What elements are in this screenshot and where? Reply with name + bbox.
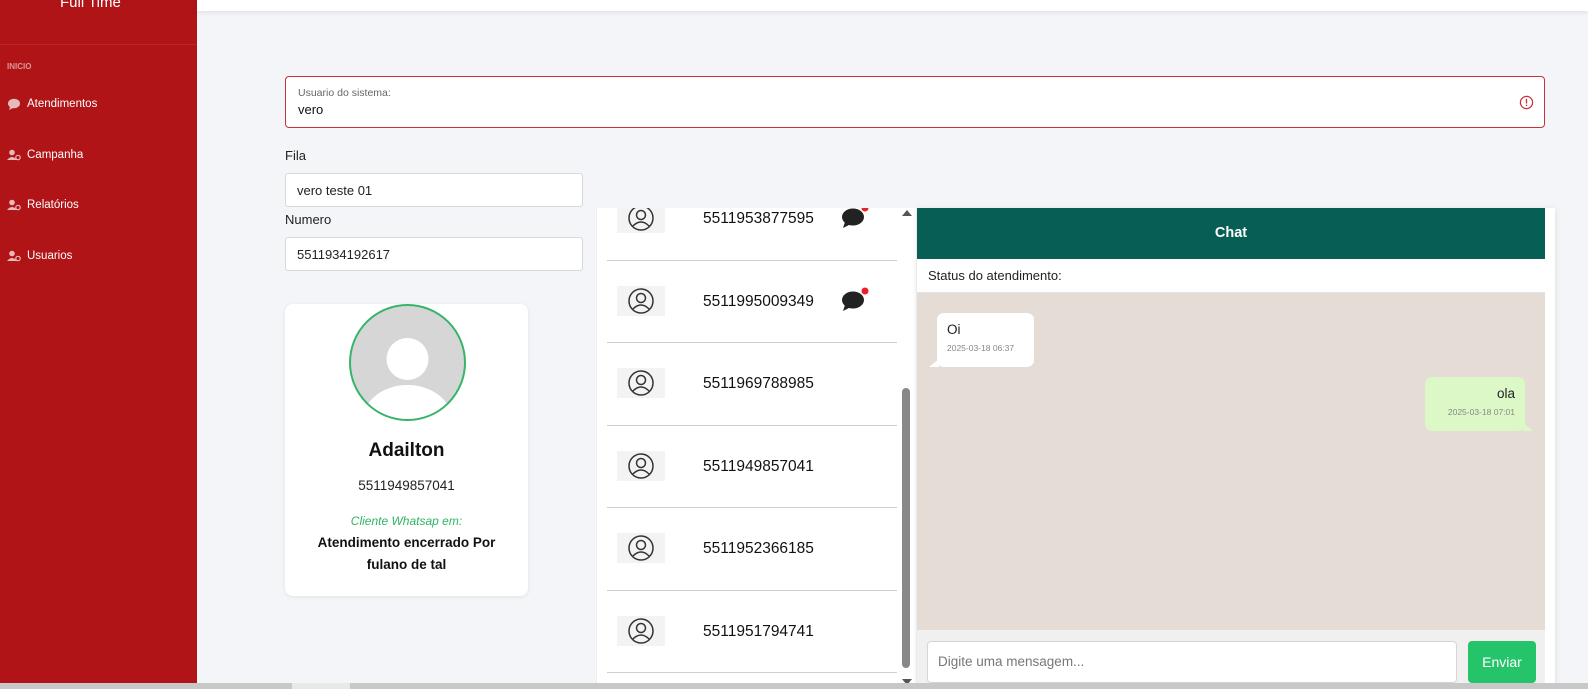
alert-circle-icon bbox=[1519, 95, 1534, 110]
contact-number: 5511995009349 bbox=[703, 292, 814, 310]
profile-subtitle: Cliente Whatsap em: bbox=[350, 514, 463, 528]
person-placeholder-icon bbox=[363, 338, 452, 419]
contact-row[interactable]: 5511951794741 bbox=[607, 591, 897, 673]
chat-bubble-icon bbox=[8, 98, 20, 110]
users-icon bbox=[7, 250, 21, 262]
sidebar-divider bbox=[0, 44, 197, 45]
brand-logo[interactable]: Full Time bbox=[60, 0, 121, 11]
message-outgoing: ola 2025-03-18 07:01 bbox=[1425, 377, 1533, 431]
scrollbar-thumb[interactable] bbox=[292, 683, 350, 689]
contact-row[interactable]: 5511949857041 bbox=[607, 426, 897, 508]
contact-avatar-icon bbox=[617, 450, 665, 481]
message-notification-icon[interactable] bbox=[840, 286, 870, 312]
message-text: ola bbox=[1496, 386, 1515, 401]
users-icon bbox=[7, 199, 21, 211]
contact-row[interactable]: 5511969788985 bbox=[607, 343, 897, 426]
contact-avatar-icon bbox=[617, 368, 665, 398]
chat-messages: Oi 2025-03-18 06:37 ola 2025-03-18 07:01 bbox=[917, 293, 1545, 630]
horizontal-scrollbar[interactable] bbox=[0, 683, 1588, 689]
sidebar-item-campanha[interactable]: Campanha bbox=[7, 145, 83, 165]
contact-row[interactable]: 5511952366185 bbox=[607, 508, 897, 591]
contact-number: 5511951794741 bbox=[703, 622, 814, 640]
message-text: Oi bbox=[947, 322, 961, 337]
system-user-field[interactable]: Usuario do sistema: vero bbox=[285, 76, 1545, 128]
sidebar-section-label: INICIO bbox=[7, 62, 32, 71]
sidebar-item-label: Relatórios bbox=[27, 199, 79, 211]
chat-status: Status do atendimento: bbox=[917, 259, 1545, 293]
contact-list-scrollbar[interactable] bbox=[899, 208, 913, 689]
sidebar-item-label: Usuarios bbox=[27, 250, 73, 262]
contact-avatar-icon bbox=[617, 208, 665, 233]
contact-list: 5511953877595 5511995009349 5511969788985 5… bbox=[607, 208, 897, 673]
scroll-up-arrow-icon[interactable] bbox=[902, 210, 912, 216]
sidebar-item-label: Atendimentos bbox=[27, 98, 98, 110]
fila-input[interactable]: vero teste 01 bbox=[285, 173, 583, 207]
chat-footer: Digite uma mensagem... Enviar bbox=[917, 630, 1545, 689]
top-bar bbox=[197, 0, 1588, 11]
profile-card: Adailton 5511949857041 Cliente Whatsap e… bbox=[285, 304, 528, 596]
message-incoming: Oi 2025-03-18 06:37 bbox=[929, 313, 1034, 367]
contact-avatar-icon bbox=[617, 615, 665, 646]
message-time: 2025-03-18 07:01 bbox=[1447, 407, 1515, 417]
sidebar-item-relatorios[interactable]: Relatórios bbox=[7, 195, 79, 215]
system-user-value: vero bbox=[298, 102, 324, 117]
contact-avatar-icon bbox=[617, 533, 665, 563]
fila-label: Fila bbox=[285, 148, 306, 163]
sidebar-item-atendimentos[interactable]: Atendimentos bbox=[7, 94, 97, 114]
contact-row[interactable]: 5511953877595 bbox=[607, 208, 897, 261]
sidebar: Full Time INICIO Atendimentos Campanha R… bbox=[0, 0, 197, 689]
contact-avatar-icon bbox=[617, 285, 665, 316]
message-notification-icon[interactable] bbox=[840, 208, 870, 229]
contact-list-panel: 5511953877595 5511995009349 5511969788985 5… bbox=[596, 208, 916, 689]
sidebar-item-label: Campanha bbox=[27, 149, 84, 161]
users-icon bbox=[7, 149, 21, 161]
numero-label: Numero bbox=[285, 212, 332, 227]
contact-number: 5511952366185 bbox=[703, 540, 814, 557]
message-input[interactable]: Digite uma mensagem... bbox=[927, 641, 1457, 683]
profile-name: Adailton bbox=[368, 440, 445, 461]
numero-input[interactable]: 5511934192617 bbox=[285, 237, 583, 271]
message-time: 2025-03-18 06:37 bbox=[947, 343, 1015, 353]
sidebar-item-usuarios[interactable]: Usuarios bbox=[7, 246, 72, 266]
contact-number: 5511953877595 bbox=[703, 210, 814, 227]
profile-phone: 5511949857041 bbox=[358, 478, 455, 493]
profile-status: Atendimento encerrado Por fulano de tal bbox=[317, 535, 496, 572]
avatar bbox=[349, 304, 466, 421]
send-button[interactable]: Enviar bbox=[1468, 641, 1536, 683]
contact-row[interactable]: 5511995009349 bbox=[607, 261, 897, 343]
system-user-label: Usuario do sistema: bbox=[298, 87, 391, 99]
chat-header: Chat bbox=[917, 208, 1545, 259]
scrollbar-thumb[interactable] bbox=[902, 388, 910, 668]
contact-number: 5511949857041 bbox=[703, 457, 814, 475]
chat-panel: Chat Status do atendimento: Oi 2025-03-1… bbox=[917, 208, 1555, 689]
contact-number: 5511969788985 bbox=[703, 375, 814, 392]
